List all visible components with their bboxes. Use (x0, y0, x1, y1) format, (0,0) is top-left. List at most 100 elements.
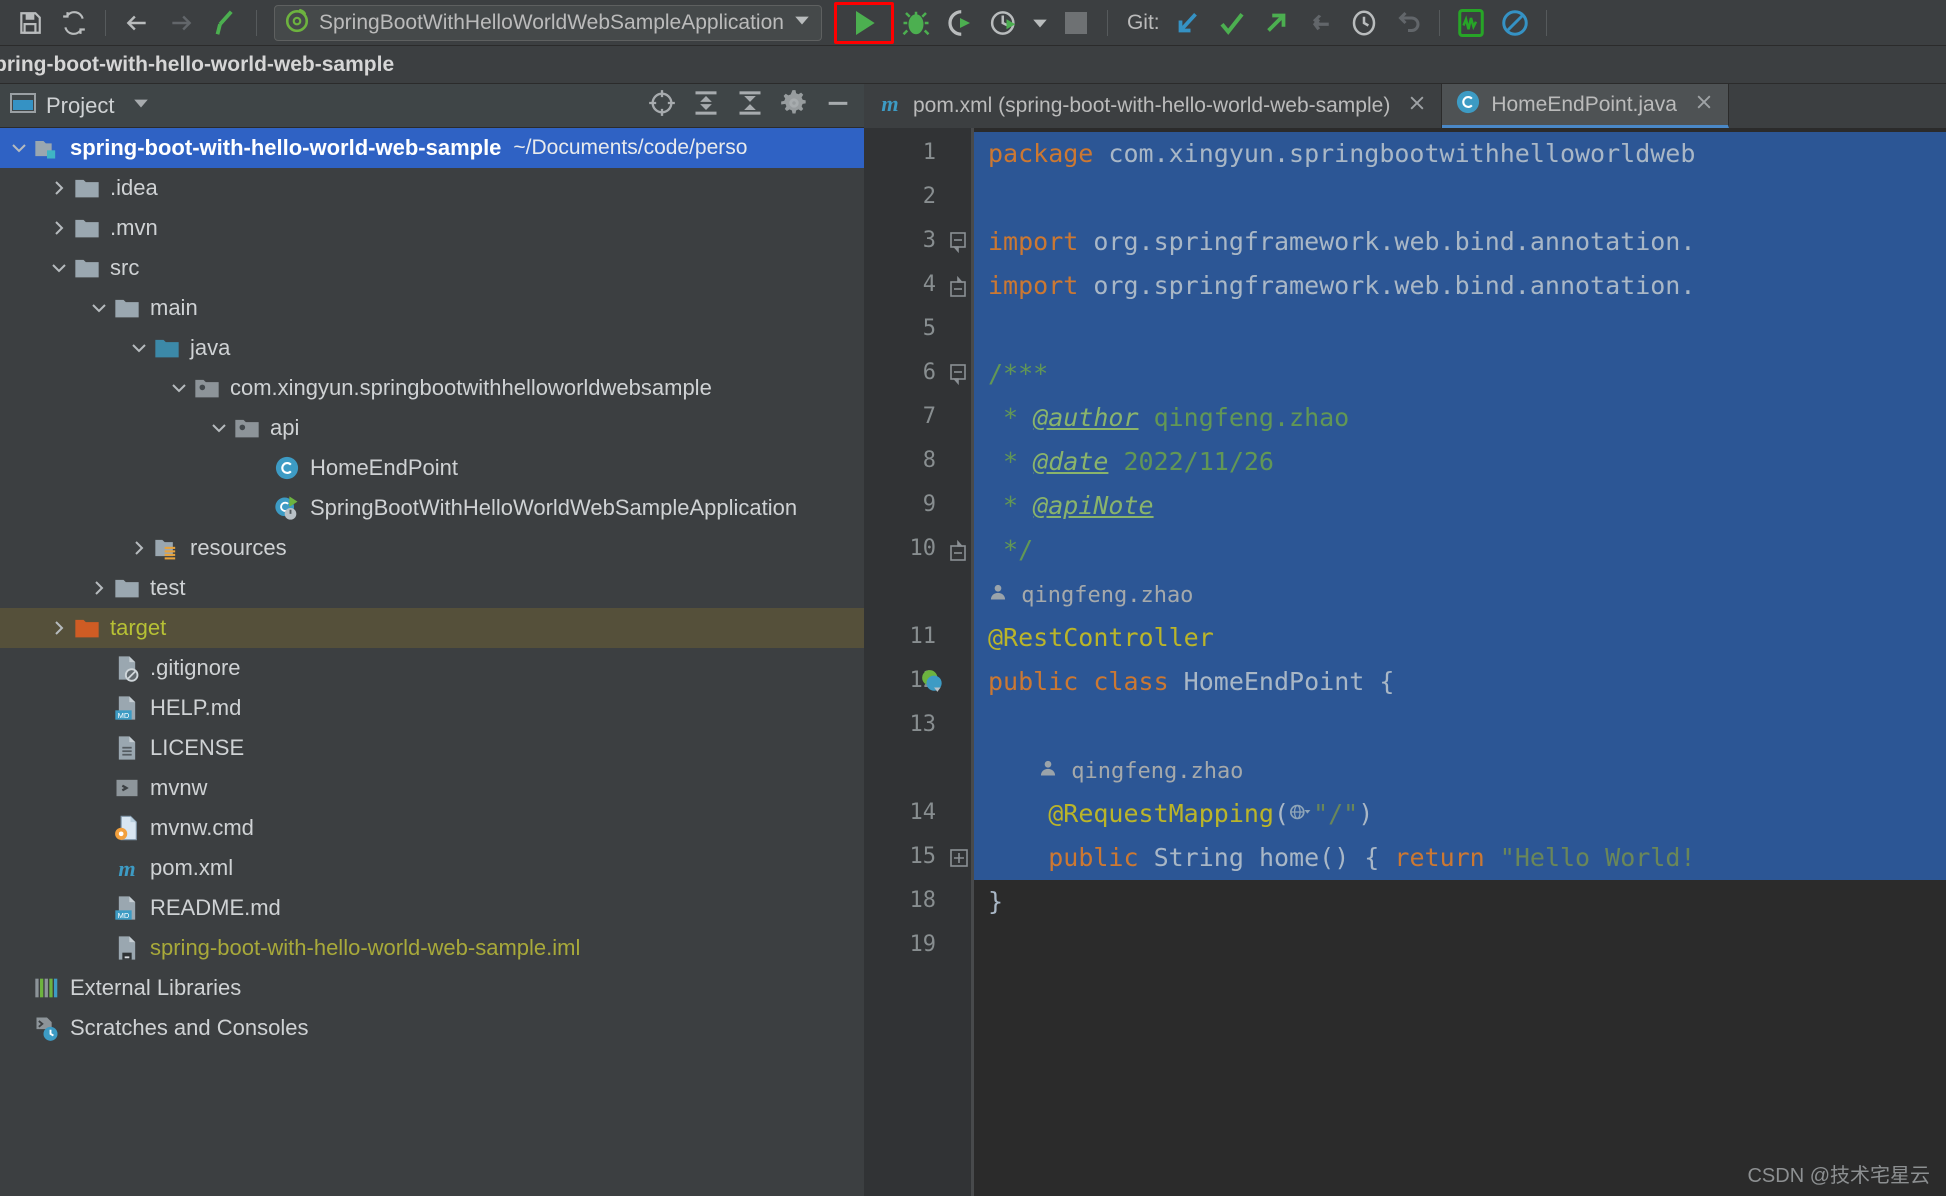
editor-tab[interactable]: HomeEndPoint.java (1442, 84, 1729, 128)
scratches-icon (32, 1013, 62, 1043)
code-line[interactable]: public class HomeEndPoint { (974, 660, 1946, 704)
tree-row[interactable]: target (0, 608, 864, 648)
tree-arrow-collapsed-icon[interactable] (126, 535, 152, 561)
code-line[interactable] (974, 924, 1946, 968)
profiler-clock-icon[interactable] (982, 3, 1026, 43)
code-line[interactable]: import org.springframework.web.bind.anno… (974, 264, 1946, 308)
code-line[interactable]: /*** (974, 352, 1946, 396)
fold-collapse2-icon[interactable] (950, 275, 968, 297)
code-line[interactable]: */ (974, 528, 1946, 572)
stop-square-icon[interactable] (1054, 3, 1098, 43)
hammer-icon[interactable] (203, 3, 247, 43)
tree-arrow-expanded-icon[interactable] (166, 375, 192, 401)
tree-row[interactable]: HomeEndPoint (0, 448, 864, 488)
tree-row[interactable]: .idea (0, 168, 864, 208)
code-line[interactable]: * @date 2022/11/26 (974, 440, 1946, 484)
select-opened-file-icon[interactable] (648, 89, 676, 122)
tree-arrow-none-icon (86, 735, 112, 761)
run-configuration-selector[interactable]: SpringBootWithHelloWorldWebSampleApplica… (274, 4, 822, 41)
close-icon[interactable] (1694, 92, 1714, 118)
code-line[interactable] (974, 308, 1946, 352)
code-content[interactable]: package com.xingyun.springbootwithhellow… (974, 128, 1946, 1196)
tree-row[interactable]: java (0, 328, 864, 368)
minimize-icon[interactable] (824, 89, 852, 122)
project-panel-actions (648, 89, 852, 122)
tree-row[interactable]: com.xingyun.springbootwithhelloworldwebs… (0, 368, 864, 408)
tree-row[interactable]: External Libraries (0, 968, 864, 1008)
svg-text:m: m (118, 856, 135, 881)
back-arrow-icon[interactable] (115, 3, 159, 43)
code-line[interactable]: qingfeng.zhao (974, 748, 1946, 792)
code-line[interactable]: public String home() { return "Hello Wor… (974, 836, 1946, 880)
gear-icon[interactable] (780, 89, 808, 122)
tree-row[interactable]: spring-boot-with-hello-world-web-sample ~… (0, 128, 864, 168)
tree-arrow-collapsed-icon[interactable] (46, 215, 72, 241)
tree-row[interactable]: MD HELP.md (0, 688, 864, 728)
tree-row-label: target (110, 615, 167, 640)
tree-row[interactable]: LICENSE (0, 728, 864, 768)
tree-row[interactable]: mvnw.cmd (0, 808, 864, 848)
tree-row[interactable]: main (0, 288, 864, 328)
spring-bean-gutter-icon[interactable] (920, 668, 946, 712)
code-line[interactable]: qingfeng.zhao (974, 572, 1946, 616)
tree-row[interactable]: api (0, 408, 864, 448)
chevron-down-icon[interactable] (793, 13, 811, 32)
fold-collapse-icon[interactable] (950, 364, 968, 386)
tree-arrow-collapsed-icon[interactable] (46, 615, 72, 641)
tree-row[interactable]: Scratches and Consoles (0, 1008, 864, 1048)
push-arrow-icon[interactable] (1254, 3, 1298, 43)
tree-row[interactable]: src (0, 248, 864, 288)
tree-row[interactable]: spring-boot-with-hello-world-web-sample.… (0, 928, 864, 968)
tree-row[interactable]: test (0, 568, 864, 608)
debug-bug-icon[interactable] (894, 3, 938, 43)
run-button[interactable] (833, 1, 894, 44)
pull-arrow-icon[interactable] (1298, 3, 1342, 43)
run-with-coverage-icon[interactable] (938, 3, 982, 43)
code-line[interactable]: @RequestMapping("/") (974, 792, 1946, 836)
tree-arrow-expanded-icon[interactable] (46, 255, 72, 281)
tree-arrow-expanded-icon[interactable] (206, 415, 232, 441)
activity-monitor-icon[interactable] (1449, 3, 1493, 43)
history-clock-icon[interactable] (1342, 3, 1386, 43)
chevron-down-icon[interactable] (132, 96, 150, 115)
commit-checkmark-icon[interactable] (1210, 3, 1254, 43)
code-line[interactable]: * @author qingfeng.zhao (974, 396, 1946, 440)
code-line[interactable]: package com.xingyun.springbootwithhellow… (974, 132, 1946, 176)
tree-row[interactable]: m pom.xml (0, 848, 864, 888)
editor-tabs: m pom.xml (spring-boot-with-hello-world-w… (864, 84, 1946, 128)
code-line[interactable] (974, 704, 1946, 748)
close-icon[interactable] (1407, 93, 1427, 119)
code-line[interactable]: * @apiNote (974, 484, 1946, 528)
rollback-undo-icon[interactable] (1386, 3, 1430, 43)
tree-row[interactable]: MD README.md (0, 888, 864, 928)
code-line[interactable]: import org.springframework.web.bind.anno… (974, 220, 1946, 264)
tree-row[interactable]: mvnw (0, 768, 864, 808)
update-project-icon[interactable] (1166, 3, 1210, 43)
fold-expand-icon[interactable] (950, 848, 968, 867)
code-line[interactable] (974, 176, 1946, 220)
project-tree[interactable]: spring-boot-with-hello-world-web-sample ~… (0, 128, 864, 1196)
tree-arrow-collapsed-icon[interactable] (86, 575, 112, 601)
forward-arrow-icon[interactable] (159, 3, 203, 43)
code-line[interactable]: @RestController (974, 616, 1946, 660)
tree-row[interactable]: resources (0, 528, 864, 568)
tree-arrow-expanded-icon[interactable] (6, 135, 32, 161)
tree-row[interactable]: .gitignore (0, 648, 864, 688)
sync-icon[interactable] (52, 3, 96, 43)
expand-all-icon[interactable] (692, 89, 720, 122)
tree-arrow-expanded-icon[interactable] (126, 335, 152, 361)
tree-arrow-collapsed-icon[interactable] (46, 175, 72, 201)
fold-collapse-icon[interactable] (950, 232, 968, 254)
tree-row[interactable]: .mvn (0, 208, 864, 248)
tree-arrow-expanded-icon[interactable] (86, 295, 112, 321)
code-editor[interactable]: 1234567891011121314151819 package com.xi… (864, 128, 1946, 1196)
editor-gutter[interactable]: 1234567891011121314151819 (864, 128, 974, 1196)
editor-tab[interactable]: m pom.xml (spring-boot-with-hello-world-w… (864, 84, 1443, 128)
profiler-dropdown-icon[interactable] (1026, 3, 1054, 43)
collapse-all-icon[interactable] (736, 89, 764, 122)
no-entry-icon[interactable] (1493, 3, 1537, 43)
save-icon[interactable] (8, 3, 52, 43)
tree-row[interactable]: SpringBootWithHelloWorldWebSampleApplica… (0, 488, 864, 528)
code-line[interactable]: } (974, 880, 1946, 924)
fold-collapse2-icon[interactable] (950, 539, 968, 561)
